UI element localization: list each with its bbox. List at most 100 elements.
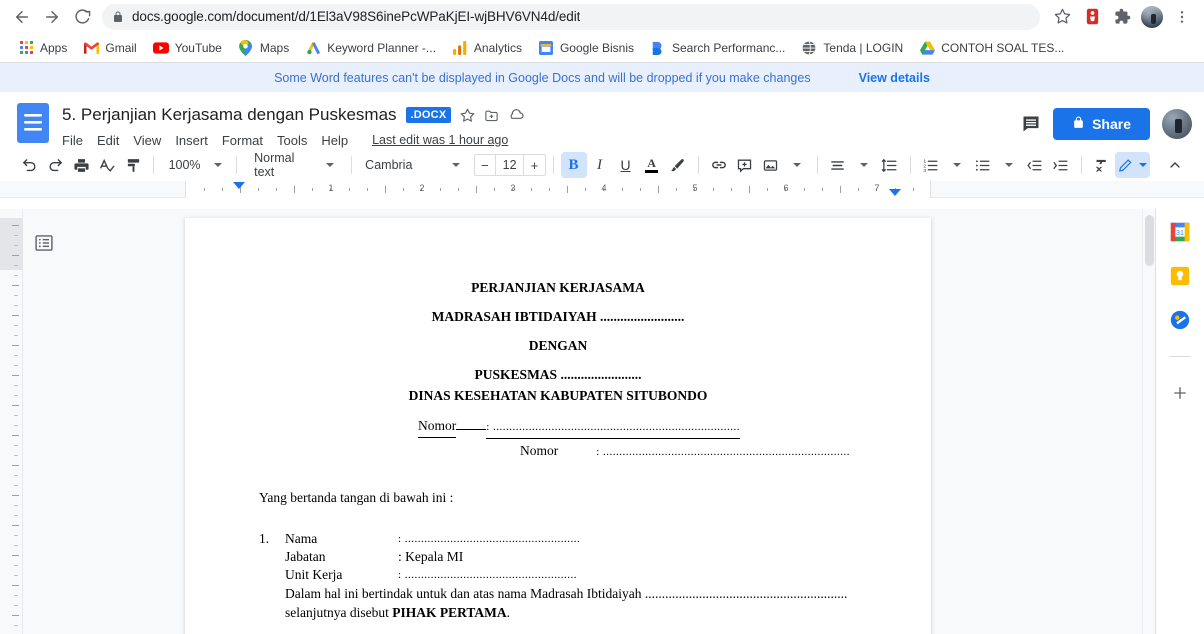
extensions-puzzle-icon[interactable] — [1108, 3, 1136, 31]
add-ons-plus-icon[interactable] — [1169, 382, 1191, 404]
vertical-scrollbar[interactable] — [1142, 209, 1155, 634]
bookmark-contoh-soal-tes[interactable]: CONTOH SOAL TES... — [911, 37, 1072, 59]
last-edit-link[interactable]: Last edit was 1 hour ago — [372, 133, 508, 147]
decrease-indent-button[interactable] — [1022, 152, 1048, 178]
reload-button[interactable] — [68, 3, 96, 31]
hide-menus-button[interactable] — [1162, 152, 1188, 178]
bookmark-star-icon[interactable] — [1048, 3, 1076, 31]
bookmark-keyword-planner[interactable]: Keyword Planner -... — [297, 37, 444, 59]
header-actions: Share — [1021, 100, 1192, 140]
horizontal-ruler[interactable]: 1 2 3 4 5 6 7 — [185, 181, 931, 198]
back-button[interactable] — [8, 3, 36, 31]
field-key: Nama — [285, 531, 318, 546]
move-folder-icon[interactable] — [484, 108, 499, 123]
font-size-value[interactable]: 12 — [494, 155, 525, 175]
scrollbar-thumb[interactable] — [1145, 215, 1154, 266]
bookmark-label: Maps — [259, 40, 290, 55]
menu-edit[interactable]: Edit — [97, 133, 119, 148]
bookmark-maps[interactable]: Maps — [230, 37, 297, 59]
bookmark-youtube[interactable]: YouTube — [145, 37, 230, 59]
chrome-menu-icon[interactable] — [1168, 3, 1196, 31]
clear-formatting-button[interactable] — [1089, 152, 1115, 178]
bookmark-google-bisnis[interactable]: Google Bisnis — [530, 37, 642, 59]
zoom-selector[interactable]: 100% — [161, 152, 229, 178]
menu-view[interactable]: View — [133, 133, 161, 148]
paint-format-button[interactable] — [120, 152, 146, 178]
paragraph-style-selector[interactable]: Normal text — [244, 151, 344, 179]
document-page[interactable]: PERJANJIAN KERJASAMA MADRASAH IBTIDAIYAH… — [185, 218, 931, 634]
insert-image-dropdown[interactable] — [784, 152, 810, 178]
menu-format[interactable]: Format — [222, 133, 263, 148]
google-calendar-icon[interactable]: 31 — [1169, 221, 1191, 243]
insert-link-button[interactable] — [706, 152, 732, 178]
bold-button[interactable]: B — [560, 152, 587, 178]
italic-button[interactable]: I — [587, 152, 613, 178]
bookmark-label: Google Bisnis — [559, 40, 634, 55]
nomor-value: : ......................................… — [486, 417, 741, 439]
toolbar-separator — [236, 156, 238, 174]
toolbar-separator — [1080, 156, 1082, 174]
insert-image-button[interactable] — [758, 152, 784, 178]
bookmark-analytics[interactable]: Analytics — [444, 37, 530, 59]
numbered-list-button[interactable]: 123 — [918, 152, 944, 178]
document-outline-button[interactable] — [32, 231, 56, 255]
bulleted-list-button[interactable] — [970, 152, 996, 178]
menu-insert[interactable]: Insert — [175, 133, 208, 148]
bookmark-tenda-login[interactable]: Tenda | LOGIN — [793, 37, 911, 59]
left-indent-marker[interactable] — [233, 182, 245, 189]
bookmark-search-performance[interactable]: Search Performanc... — [642, 37, 793, 59]
horizontal-ruler-bar: 1 2 3 4 5 6 7 — [0, 181, 1204, 198]
paragraph-style-value: Normal text — [254, 151, 295, 179]
redo-button[interactable] — [42, 152, 68, 178]
bulleted-list-dropdown[interactable] — [996, 152, 1022, 178]
svg-text:31: 31 — [1176, 228, 1184, 237]
comment-history-icon[interactable] — [1021, 114, 1041, 134]
google-docs-logo-icon[interactable] — [16, 100, 52, 145]
google-keep-icon[interactable] — [1169, 265, 1191, 287]
undo-button[interactable] — [16, 152, 42, 178]
chevron-down-icon — [792, 163, 801, 167]
forward-button[interactable] — [38, 3, 66, 31]
menu-tools[interactable]: Tools — [277, 133, 307, 148]
spelling-check-button[interactable] — [94, 152, 120, 178]
globe-icon — [801, 40, 817, 56]
bookmark-label: Analytics — [473, 40, 522, 55]
font-size-stepper[interactable]: − 12 + — [473, 154, 546, 176]
chevron-down-icon — [1138, 163, 1147, 167]
increase-font-size-button[interactable]: + — [524, 155, 544, 175]
right-indent-marker[interactable] — [889, 189, 901, 196]
print-button[interactable] — [68, 152, 94, 178]
chevron-down-icon — [452, 163, 461, 167]
add-comment-button[interactable] — [732, 152, 758, 178]
editing-mode-button[interactable] — [1114, 152, 1150, 178]
menu-help[interactable]: Help — [321, 133, 348, 148]
google-tasks-icon[interactable] — [1169, 309, 1191, 331]
view-details-link[interactable]: View details — [859, 71, 930, 85]
align-button[interactable] — [825, 152, 851, 178]
profile-avatar[interactable] — [1138, 3, 1166, 31]
star-icon[interactable] — [460, 108, 475, 123]
underline-button[interactable]: U — [613, 152, 639, 178]
align-dropdown[interactable] — [851, 152, 877, 178]
bookmark-apps[interactable]: Apps — [10, 37, 75, 59]
field-value: : ......................................… — [398, 569, 578, 581]
account-avatar[interactable] — [1162, 109, 1192, 139]
ruler-number: 5 — [692, 183, 698, 193]
bookmark-gmail[interactable]: Gmail — [75, 37, 144, 59]
font-selector[interactable]: Cambria — [359, 152, 466, 178]
address-bar[interactable]: docs.google.com/document/d/1El3aV98S6ine… — [102, 3, 1040, 30]
menu-file[interactable]: File — [62, 133, 83, 148]
extension-lastpass-icon[interactable] — [1078, 3, 1106, 31]
highlight-color-button[interactable] — [665, 152, 691, 178]
document-title[interactable]: 5. Perjanjian Kerjasama dengan Puskesmas — [62, 105, 397, 125]
numbered-list-dropdown[interactable] — [944, 152, 970, 178]
increase-indent-button[interactable] — [1048, 152, 1074, 178]
decrease-font-size-button[interactable]: − — [475, 155, 495, 175]
line-spacing-button[interactable] — [877, 152, 903, 178]
vertical-ruler[interactable] — [0, 209, 23, 634]
document-intro-line: Yang bertanda tangan di bawah ini : — [259, 490, 454, 505]
cloud-status-icon[interactable] — [508, 108, 524, 122]
share-button[interactable]: Share — [1053, 108, 1150, 140]
toolbar-separator — [909, 156, 911, 174]
text-color-button[interactable]: A — [639, 152, 665, 178]
